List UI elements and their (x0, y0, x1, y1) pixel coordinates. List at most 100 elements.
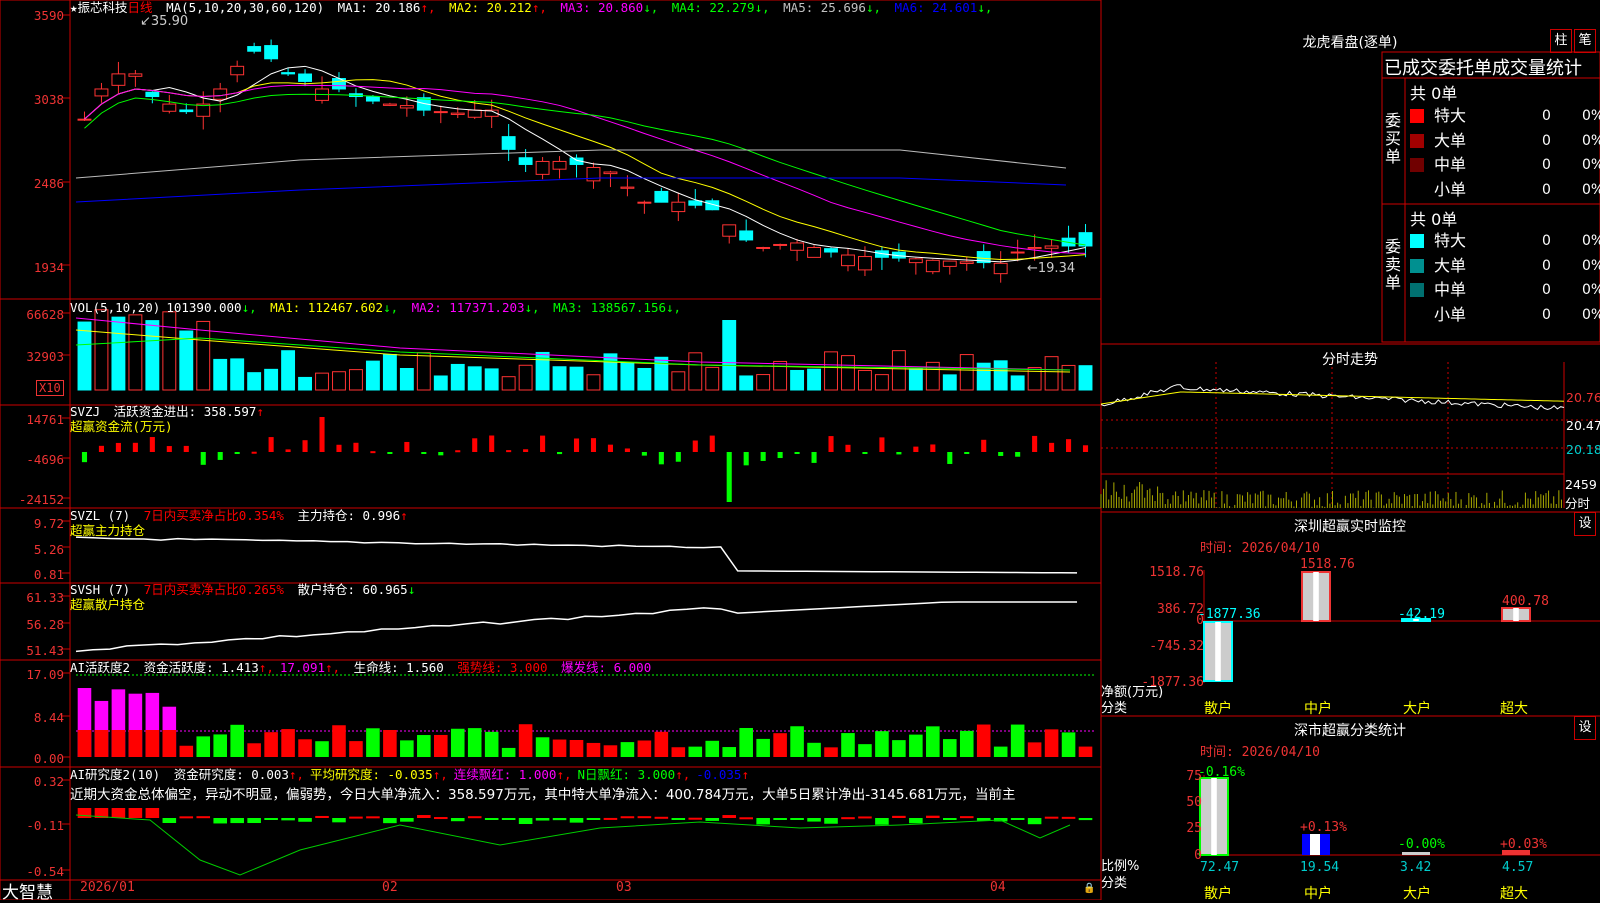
research-bar (383, 818, 397, 824)
research-bar (722, 815, 737, 818)
research-bar (433, 817, 448, 820)
active-bar (179, 745, 194, 757)
sell-count: 0 (1542, 233, 1551, 249)
svzj-subtitle: 超赢资金流(万元) (70, 419, 173, 434)
lhb-tab-label[interactable]: 已成交委托单成交量统计 (1384, 54, 1582, 80)
research-bar (450, 818, 465, 822)
volume-bar (688, 352, 703, 391)
sell-name: 大单 (1434, 255, 1467, 275)
sz-class-settings-button[interactable]: 设 (1574, 716, 1596, 740)
intraday-vol-unit: 分时 (1565, 496, 1591, 511)
candle-body (739, 230, 754, 241)
sz-class-change: -0.16% (1198, 765, 1245, 780)
volume-bar (433, 375, 448, 391)
active-bar (366, 728, 380, 757)
active-bar (230, 724, 244, 757)
volume-bar (349, 369, 363, 391)
active-bar (332, 725, 346, 757)
active-bar (671, 747, 686, 757)
vol-unit-badge[interactable]: X10 (36, 380, 64, 396)
sell-pct: 0% (1582, 233, 1600, 249)
monitor-bar-shine (1215, 622, 1221, 681)
buy-total: 共 0单 (1410, 84, 1458, 103)
research-bar (756, 818, 770, 825)
research-bar (315, 815, 329, 818)
research-bar (841, 817, 855, 820)
sell-count: 0 (1542, 257, 1551, 274)
buy-count: 0 (1542, 132, 1551, 149)
volume-bar (382, 353, 397, 391)
volume-bar (1061, 364, 1076, 391)
candle-body (603, 171, 618, 175)
ma-value-arrow-0: ↑, (420, 0, 444, 15)
research-bar (332, 818, 346, 823)
lhb-title: 龙虎看盘(逐单) (1302, 35, 1398, 51)
active-bar (926, 726, 940, 757)
stock-name[interactable]: ★振芯科技 (70, 0, 128, 15)
ai-active-value2: 17.091 (279, 660, 326, 675)
flow-bar (879, 437, 885, 452)
research-bar (959, 816, 974, 819)
lock-icon[interactable]: 🔒 (1083, 883, 1095, 894)
svzl-ytick: 9.72 (33, 516, 64, 531)
svsh-label: 散户持仓: 60.965 (297, 582, 408, 597)
x-label: 03 (616, 880, 632, 895)
candle-body (552, 160, 567, 170)
active-bar (484, 731, 499, 757)
ma-line (84, 65, 1086, 263)
flow-bar (692, 440, 698, 452)
research-bar (688, 817, 703, 820)
vol-ma-values: MA1: 112467.602↓, MA2: 117371.203↓, MA3:… (270, 300, 687, 315)
active-bar (739, 727, 753, 757)
tick-mode-button[interactable]: 笔 (1574, 29, 1596, 53)
ai-active-ytick: 0.00 (33, 751, 64, 766)
candle-body (942, 260, 957, 267)
active-bar (450, 728, 465, 757)
active-bar (620, 742, 635, 757)
active-bar (501, 747, 516, 757)
flow-bar (115, 442, 121, 452)
svsh-ratio: 7日内买卖净占比0.265% (143, 582, 284, 597)
flow-bar (455, 450, 461, 453)
chart-canvas[interactable] (0, 0, 1600, 900)
flow-bar (981, 439, 987, 452)
candle-body (858, 256, 872, 271)
volume-bar (230, 358, 245, 391)
vol-value: 101390.000 (166, 300, 242, 315)
ma-params: MA(5,10,20,30,60,120) (166, 0, 325, 15)
sell-total: 共 0单 (1410, 210, 1458, 229)
research-bar (1010, 818, 1025, 820)
period-label[interactable]: 日线 (128, 0, 153, 15)
flow-bar (489, 435, 495, 452)
flow-bar (573, 438, 580, 452)
flow-bar (1015, 452, 1021, 457)
volume-bar (501, 376, 516, 391)
active-bar (942, 739, 957, 757)
volume-bar (654, 356, 669, 391)
volume-bar (77, 321, 92, 391)
column-mode-button[interactable]: 柱 (1550, 29, 1572, 53)
buy-name: 大单 (1434, 130, 1467, 150)
active-bar (875, 731, 889, 757)
active-bar (417, 735, 431, 757)
candle-body (162, 103, 177, 112)
ai-research-label1: 资金研究度: 0.003 (173, 767, 289, 782)
flow-bar (1049, 442, 1055, 452)
candle-body (620, 186, 635, 189)
sell-name: 小单 (1434, 304, 1467, 324)
candle-body (535, 160, 550, 175)
research-bar (1061, 816, 1076, 819)
flow-bar (302, 440, 308, 452)
active-bar (756, 738, 770, 757)
volume-bar (942, 374, 957, 391)
sz-monitor-title: 深圳超赢实时监控 (1294, 519, 1406, 535)
ma-value-arrow-1: ↑, (531, 0, 555, 15)
ma-value-arrow-3: ↓, (754, 0, 778, 15)
sz-monitor-settings-button[interactable]: 设 (1574, 512, 1596, 536)
active-bar (993, 746, 1008, 757)
research-bar (230, 818, 244, 824)
ma-values: MA1: 20.186↑, MA2: 20.212↑, MA3: 20.860↓… (338, 0, 999, 15)
sz-class-value: 3.42 (1400, 860, 1432, 875)
candle-body (94, 88, 109, 97)
svzj-ytick: -24152 (18, 492, 64, 507)
